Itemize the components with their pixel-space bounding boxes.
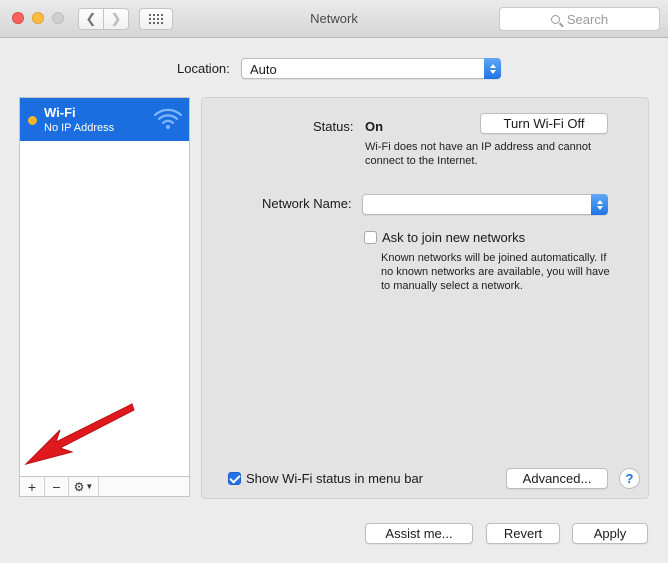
advanced-button[interactable]: Advanced...	[506, 468, 608, 489]
search-placeholder: Search	[566, 11, 609, 27]
remove-service-button[interactable]: −	[45, 477, 69, 496]
assist-me-button[interactable]: Assist me...	[365, 523, 473, 544]
status-description-line-1: Wi-Fi does not have an IP address and ca…	[365, 141, 592, 153]
plus-icon: +	[27, 478, 37, 495]
search-icon	[550, 14, 560, 24]
turn-wifi-off-button[interactable]: Turn Wi-Fi Off	[480, 113, 608, 134]
ask-description-line-2: no known networks are available, you wil…	[381, 266, 610, 278]
add-service-button[interactable]: +	[20, 477, 45, 496]
network-name-popup[interactable]	[362, 194, 608, 215]
network-preferences-window: ❮ ❯ Network Search Location: Auto Wi-Fi …	[0, 0, 668, 563]
status-value: On	[365, 119, 384, 134]
search-input[interactable]: Search	[499, 7, 660, 31]
title-bar: ❮ ❯ Network Search	[0, 0, 668, 38]
wifi-icon	[153, 108, 183, 129]
popup-arrows-icon	[591, 194, 608, 215]
status-dot	[28, 116, 37, 125]
wifi-settings-panel: Status: On Turn Wi-Fi Off Wi-Fi does not…	[201, 97, 649, 499]
gear-icon: ⚙	[73, 479, 85, 494]
ask-to-join-label: Ask to join new networks	[382, 230, 526, 245]
show-wifi-status-label: Show Wi-Fi status in menu bar	[246, 471, 424, 486]
popup-arrows-icon	[484, 58, 501, 79]
ask-description-line-1: Known networks will be joined automatica…	[381, 252, 607, 264]
show-wifi-status-checkbox[interactable]	[228, 472, 241, 485]
service-list-toolbar: + − ⚙ ▼	[20, 476, 189, 496]
service-status: No IP Address	[44, 122, 115, 134]
revert-button[interactable]: Revert	[486, 523, 560, 544]
status-description-line-2: connect to the Internet.	[365, 155, 478, 167]
ask-to-join-checkbox[interactable]	[364, 231, 377, 244]
status-label: Status:	[313, 119, 354, 134]
minus-icon: −	[52, 478, 61, 495]
location-label: Location:	[177, 61, 230, 76]
action-menu-button[interactable]: ⚙ ▼	[69, 477, 99, 496]
location-value: Auto	[250, 62, 277, 77]
annotation-arrow-icon	[24, 403, 135, 465]
apply-button[interactable]: Apply	[572, 523, 648, 544]
network-name-label: Network Name:	[262, 196, 352, 211]
location-popup[interactable]: Auto	[241, 58, 501, 79]
service-item-wifi[interactable]: Wi-Fi No IP Address	[20, 98, 189, 141]
chevron-down-icon: ▼	[85, 482, 94, 491]
help-button[interactable]: ?	[619, 468, 640, 489]
ask-description-line-3: to manually select a network.	[381, 280, 523, 292]
service-name: Wi-Fi	[44, 105, 76, 120]
